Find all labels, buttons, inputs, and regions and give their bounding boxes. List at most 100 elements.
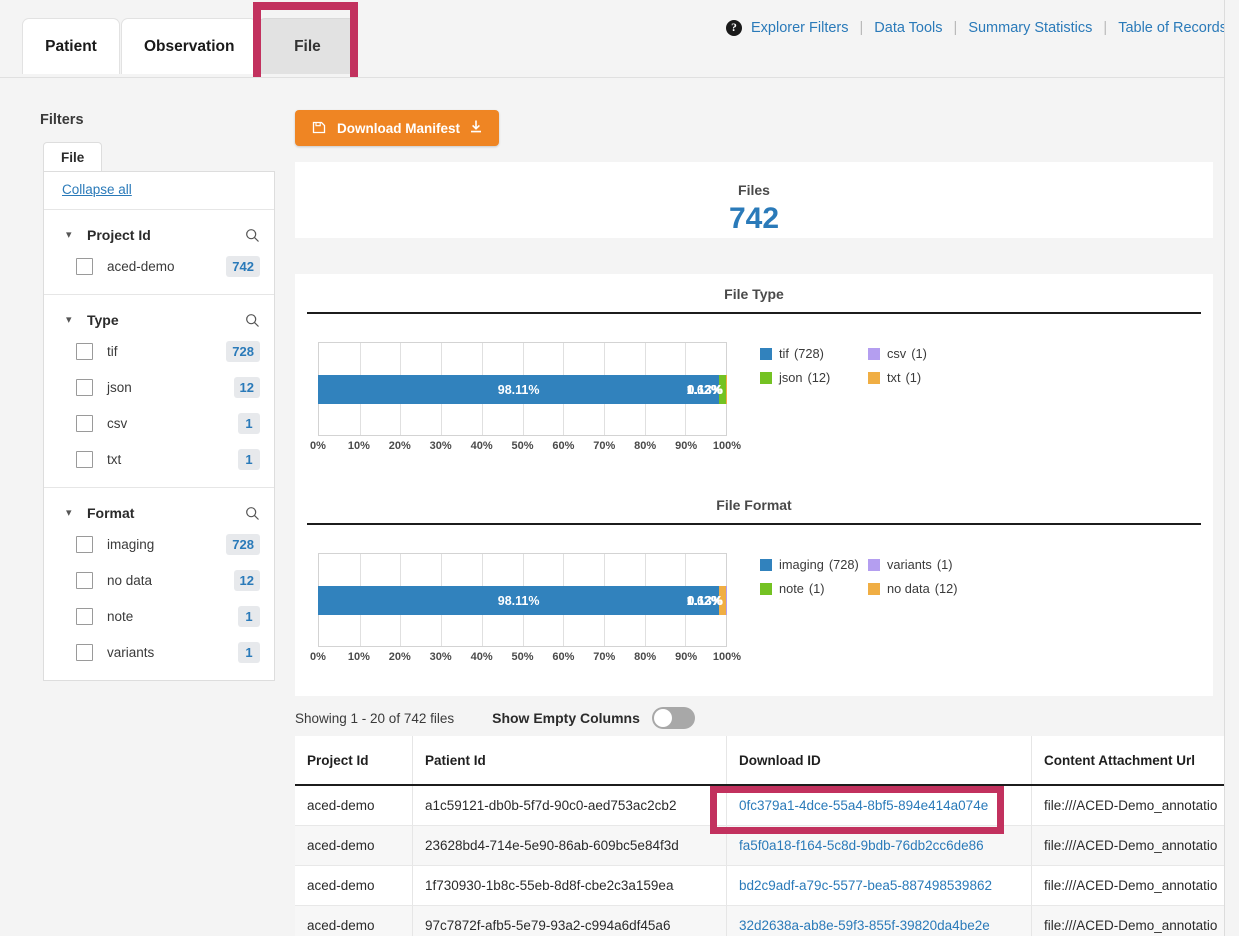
filter-option-tif[interactable]: tif 728 bbox=[44, 333, 274, 369]
filter-option-json[interactable]: json 12 bbox=[44, 369, 274, 405]
filter-option-variants[interactable]: variants 1 bbox=[44, 634, 274, 670]
table-column-header[interactable]: Patient Id bbox=[413, 736, 727, 784]
filter-checkbox[interactable] bbox=[76, 414, 93, 432]
filter-option-label: csv bbox=[107, 415, 128, 431]
filter-checkbox[interactable] bbox=[76, 643, 93, 661]
download-manifest-button[interactable]: Download Manifest bbox=[295, 110, 500, 146]
legend-item-no-data[interactable]: no data (12) bbox=[868, 581, 976, 596]
filter-panel: Collapse all ▾ Project Id aced-demo 742 ▾ Typ… bbox=[43, 171, 275, 681]
cell-project-id: aced-demo bbox=[295, 786, 413, 825]
help-circle-icon[interactable]: ? bbox=[726, 20, 742, 36]
nav-link-summary-statistics[interactable]: Summary Statistics bbox=[968, 20, 1092, 36]
filter-option-count: 742 bbox=[226, 255, 260, 277]
filter-checkbox[interactable] bbox=[76, 378, 93, 396]
legend-item-txt[interactable]: txt (1) bbox=[868, 370, 976, 385]
filters-title: Filters bbox=[40, 112, 84, 128]
download-id-link[interactable]: fa5f0a18-f164-5c8d-9bdb-76db2cc6de86 bbox=[739, 838, 984, 853]
download-id-link[interactable]: 0fc379a1-4dce-55a4-8bf5-894e414a074e bbox=[739, 798, 988, 813]
search-icon[interactable] bbox=[245, 313, 260, 328]
chevron-down-icon[interactable]: ▾ bbox=[66, 229, 78, 241]
showing-count: Showing 1 - 20 of 742 files bbox=[295, 710, 455, 726]
bar-segment-tif[interactable]: 98.11% bbox=[318, 375, 720, 404]
cell-download-id: 32d2638a-ab8e-59f3-855f-39820da4be2e bbox=[727, 906, 1032, 936]
legend-item-imaging[interactable]: imaging (728) bbox=[760, 557, 868, 572]
legend-item-tif[interactable]: tif (728) bbox=[760, 346, 868, 361]
cell-content-attachment-url: file:///ACED-Demo_annotatio bbox=[1032, 786, 1239, 825]
legend-count: (1) bbox=[936, 557, 953, 572]
filter-checkbox[interactable] bbox=[76, 257, 93, 275]
bar-segment-txt[interactable]: 0.13% bbox=[688, 375, 727, 404]
nav-separator: | bbox=[1103, 20, 1108, 36]
table-row[interactable]: aced-demo 1f730930-1b8c-55eb-8d8f-cbe2c3a… bbox=[295, 866, 1239, 906]
legend-item-variants[interactable]: variants (1) bbox=[868, 557, 976, 572]
download-id-link[interactable]: 32d2638a-ab8e-59f3-855f-39820da4be2e bbox=[739, 918, 990, 933]
filter-option-note[interactable]: note 1 bbox=[44, 598, 274, 634]
filter-group-header[interactable]: ▾ Format bbox=[44, 500, 274, 526]
cell-patient-id: 97c7872f-afb5-5e79-93a2-c994a6df45a6 bbox=[413, 906, 727, 936]
x-axis-tick-label: 0% bbox=[310, 651, 326, 663]
table-row[interactable]: aced-demo a1c59121-db0b-5f7d-90c0-aed753a… bbox=[295, 786, 1239, 826]
table-column-header[interactable]: Content Attachment Url bbox=[1032, 736, 1239, 784]
bar-segment-variants[interactable]: 0.13% bbox=[688, 586, 727, 615]
right-gutter bbox=[1225, 0, 1239, 936]
filter-groups: ▾ Project Id aced-demo 742 ▾ Type tif 728 json 12… bbox=[44, 210, 274, 680]
legend-swatch bbox=[760, 371, 772, 384]
stacked-bar: 98.11% 1.62% 0.13% 0.13% bbox=[318, 375, 727, 404]
cell-content-attachment-url: file:///ACED-Demo_annotatio bbox=[1032, 906, 1239, 936]
legend-item-json[interactable]: json (12) bbox=[760, 370, 868, 385]
collapse-all-link[interactable]: Collapse all bbox=[62, 182, 132, 197]
filter-option-label: txt bbox=[107, 451, 122, 467]
files-summary-title: Files bbox=[738, 182, 770, 198]
filter-checkbox[interactable] bbox=[76, 450, 93, 468]
filter-option-csv[interactable]: csv 1 bbox=[44, 405, 274, 441]
chevron-down-icon[interactable]: ▾ bbox=[66, 314, 78, 326]
filter-group-header[interactable]: ▾ Type bbox=[44, 307, 274, 333]
download-id-link[interactable]: bd2c9adf-a79c-5577-bea5-887498539862 bbox=[739, 878, 992, 893]
x-axis-tick-label: 30% bbox=[429, 440, 452, 452]
legend-swatch bbox=[868, 347, 880, 360]
filter-option-no-data[interactable]: no data 12 bbox=[44, 562, 274, 598]
legend-item-note[interactable]: note (1) bbox=[760, 581, 868, 596]
table-row[interactable]: aced-demo 97c7872f-afb5-5e79-93a2-c994a6d… bbox=[295, 906, 1239, 936]
nav-link-data-tools[interactable]: Data Tools bbox=[874, 20, 942, 36]
table-column-header[interactable]: Download ID bbox=[727, 736, 1032, 784]
nav-link-table-of-records[interactable]: Table of Records bbox=[1118, 20, 1227, 36]
bar-segment-imaging[interactable]: 98.11% bbox=[318, 586, 720, 615]
filter-option-count: 1 bbox=[238, 448, 260, 470]
tab-observation[interactable]: Observation bbox=[121, 18, 258, 74]
legend-row: note (1) no data (12) bbox=[760, 581, 1060, 596]
cell-project-id: aced-demo bbox=[295, 826, 413, 865]
filter-option-label: aced-demo bbox=[107, 258, 175, 274]
tab-patient[interactable]: Patient bbox=[22, 18, 120, 74]
legend-label: variants bbox=[887, 557, 932, 572]
filter-checkbox[interactable] bbox=[76, 342, 93, 360]
table-column-header[interactable]: Project Id bbox=[295, 736, 413, 784]
legend-item-csv[interactable]: csv (1) bbox=[868, 346, 976, 361]
filter-tab-file[interactable]: File bbox=[43, 142, 103, 171]
cell-project-id: aced-demo bbox=[295, 866, 413, 905]
filter-group-format: ▾ Format imaging 728 no data 12 note 1 variants 1 bbox=[44, 488, 274, 680]
search-icon[interactable] bbox=[245, 506, 260, 521]
filter-group-header[interactable]: ▾ Project Id bbox=[44, 222, 274, 248]
main-content: Download Manifest Files 742 File Type 98.… bbox=[290, 78, 1239, 936]
chart-plot-area: 98.11% 1.62% 0.13% 0.13% bbox=[318, 553, 727, 647]
show-empty-columns-toggle[interactable] bbox=[651, 707, 695, 729]
toggle-knob bbox=[653, 709, 672, 727]
table-header-row: Project Id Patient Id Download ID Content A… bbox=[295, 736, 1239, 786]
nav-link-explorer-filters[interactable]: Explorer Filters bbox=[751, 20, 849, 36]
filter-option-txt[interactable]: txt 1 bbox=[44, 441, 274, 477]
x-axis-tick-label: 50% bbox=[511, 651, 534, 663]
legend-count: (1) bbox=[808, 581, 825, 596]
x-axis-tick-label: 30% bbox=[429, 651, 452, 663]
filter-group-type: ▾ Type tif 728 json 12 csv 1 txt 1 bbox=[44, 295, 274, 488]
filter-checkbox[interactable] bbox=[76, 607, 93, 625]
search-icon[interactable] bbox=[245, 228, 260, 243]
filter-checkbox[interactable] bbox=[76, 571, 93, 589]
x-axis-tick-label: 80% bbox=[634, 651, 657, 663]
filter-checkbox[interactable] bbox=[76, 535, 93, 553]
tab-file[interactable]: File bbox=[258, 18, 357, 74]
table-row[interactable]: aced-demo 23628bd4-714e-5e90-86ab-609bc5e… bbox=[295, 826, 1239, 866]
filter-option-imaging[interactable]: imaging 728 bbox=[44, 526, 274, 562]
chevron-down-icon[interactable]: ▾ bbox=[66, 507, 78, 519]
filter-option-aced-demo[interactable]: aced-demo 742 bbox=[44, 248, 274, 284]
